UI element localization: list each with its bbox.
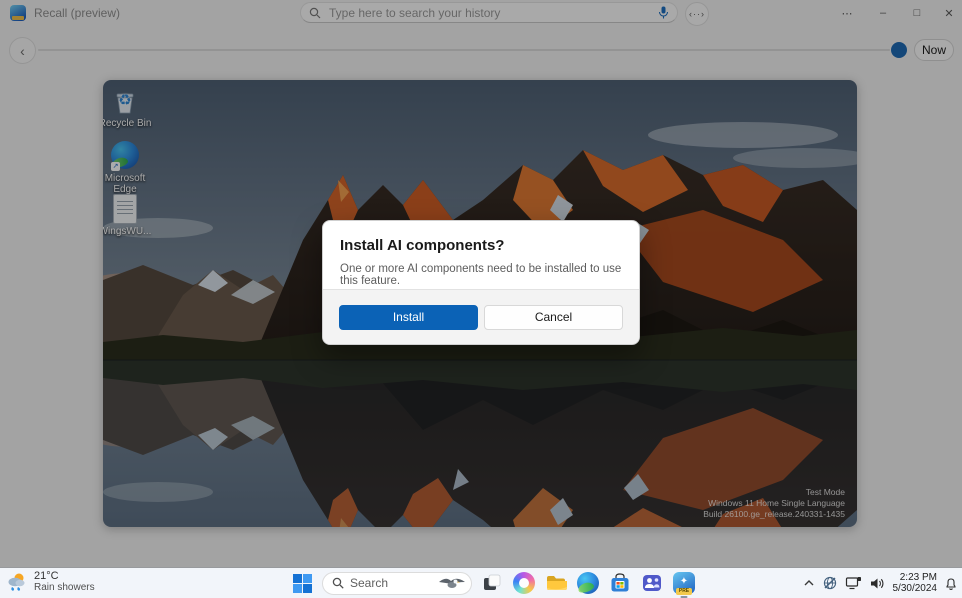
weather-temp: 21°C [34, 570, 59, 582]
notifications-bell-icon[interactable] [944, 576, 958, 591]
microsoft-teams-button[interactable] [640, 571, 664, 595]
tray-show-hidden-icons-chevron[interactable] [803, 578, 815, 588]
taskbar: 21°C Rain showers Search ✦ PRE 2:23 PM 5… [0, 567, 962, 598]
task-view-button[interactable] [480, 571, 504, 595]
dialog-body-text: One or more AI components need to be ins… [340, 263, 622, 287]
volume-icon[interactable] [869, 576, 886, 591]
microsoft-store-icon [611, 573, 629, 592]
search-highlight-bird-image [439, 578, 465, 588]
edge-button[interactable] [576, 571, 600, 595]
windows-logo-icon [292, 573, 312, 593]
ethernet-monitor-icon[interactable] [845, 576, 862, 591]
microsoft-teams-icon [643, 575, 661, 591]
no-internet-globe-icon[interactable] [822, 575, 838, 591]
preview-badge: PRE [676, 588, 692, 595]
cancel-button[interactable]: Cancel [484, 304, 623, 330]
start-button[interactable] [290, 571, 314, 595]
install-button[interactable]: Install [339, 304, 478, 330]
tray-time: 2:23 PM [899, 572, 937, 583]
task-view-icon [484, 574, 501, 590]
taskbar-search-label: Search [350, 576, 389, 590]
copilot-button[interactable] [512, 571, 536, 595]
dialog-title: Install AI components? [340, 237, 505, 254]
sparkle-icon: ✦ [679, 576, 689, 587]
dialog-footer: Install Cancel [323, 289, 639, 344]
tray-date: 5/30/2024 [892, 583, 938, 594]
install-ai-components-dialog: Install AI components? One or more AI co… [322, 220, 640, 345]
recall-icon: ✦ PRE [673, 572, 695, 595]
tray-clock[interactable]: 2:23 PM 5/30/2024 [893, 572, 938, 594]
microsoft-store-button[interactable] [608, 571, 632, 595]
taskbar-search-box[interactable]: Search [322, 571, 472, 595]
weather-widget[interactable]: 21°C Rain showers [6, 570, 95, 593]
edge-icon [577, 572, 599, 594]
file-explorer-button[interactable] [544, 571, 568, 595]
search-icon [332, 577, 344, 589]
copilot-icon [513, 572, 535, 594]
weather-condition: Rain showers [34, 582, 95, 593]
recall-button-active[interactable]: ✦ PRE [672, 571, 696, 598]
file-explorer-icon [547, 576, 567, 590]
rain-showers-icon [8, 573, 25, 591]
